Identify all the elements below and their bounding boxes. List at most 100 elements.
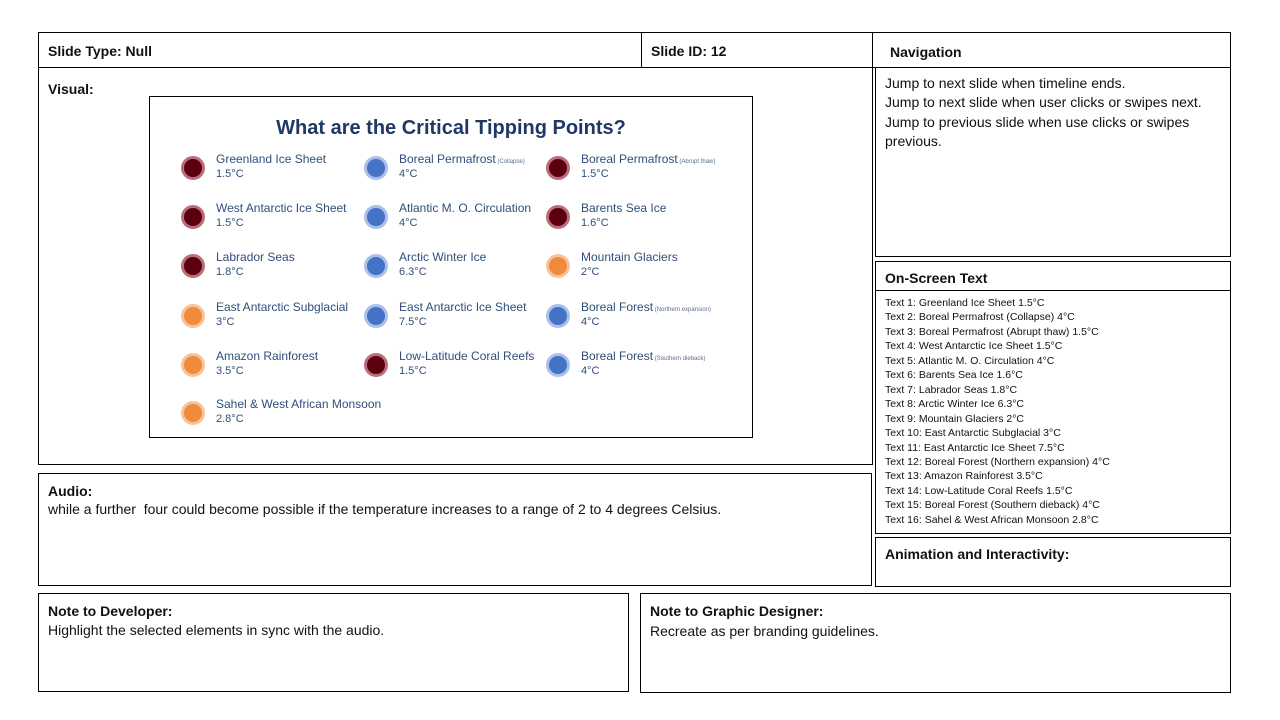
tipping-point-name-text: Greenland Ice Sheet [216,152,327,166]
tipping-point-name-text: Low-Latitude Coral Reefs [399,349,535,363]
tipping-point-temperature: 3.5°C [216,365,244,377]
tipping-point-dot-icon [181,401,205,425]
tipping-point-name: Sahel & West African Monsoon [216,397,381,411]
tipping-point-temperature: 1.5°C [216,168,244,180]
tipping-point-temperature: 1.6°C [581,217,609,229]
tipping-point-temperature: 6.3°C [399,266,427,278]
tipping-point-temperature: 2°C [581,266,600,278]
on-screen-text-line: Text 1: Greenland Ice Sheet 1.5°C [885,297,1045,309]
navigation-line: Jump to next slide when timeline ends. [885,75,1126,91]
tipping-point-name-text: East Antarctic Ice Sheet [399,300,527,314]
tipping-point-name: Labrador Seas [216,250,295,264]
tipping-point-name-text: Boreal Permafrost [581,152,678,166]
note-designer-text: Recreate as per branding guidelines. [650,623,879,639]
tipping-point-name: Atlantic M. O. Circulation [399,201,531,215]
tipping-point-temperature: 1.5°C [216,217,244,229]
tipping-point-temperature: 2.8°C [216,413,244,425]
tipping-point-name-text: Amazon Rainforest [216,349,319,363]
tipping-point-temperature: 7.5°C [399,316,427,328]
navigation-line: Jump to previous slide when use clicks o… [885,113,1190,149]
tipping-point-name-text: Labrador Seas [216,250,295,264]
tipping-point-name: West Antarctic Ice Sheet [216,201,347,215]
tipping-point-dot-icon [546,304,570,328]
tipping-point-qualifier: (Abrupt thaw) [677,159,716,165]
slide-id-label: Slide ID: 12 [651,43,727,59]
tipping-point-qualifier: (Collapse) [495,159,525,165]
on-screen-text-line: Text 4: West Antarctic Ice Sheet 1.5°C [885,340,1063,353]
on-screen-text-line: Text 11: East Antarctic Ice Sheet 7.5°C [885,441,1065,454]
animation-panel: Animation and Interactivity: [875,537,1231,587]
tipping-point-dot-icon [546,205,570,229]
tipping-point-name-text: Atlantic M. O. Circulation [399,201,532,215]
tipping-point-item: Barents Sea Ice 1.6°C [546,201,726,237]
tipping-point-name: Amazon Rainforest [216,349,318,363]
tipping-point-name: East Antarctic Ice Sheet [399,300,526,314]
tipping-point-name-text: Barents Sea Ice [581,201,667,215]
on-screen-text-list: Text 1: Greenland Ice Sheet 1.5°C Text 2:… [885,296,1110,527]
audio-text: while a further four could become possib… [48,501,722,517]
on-screen-text-line: Text 12: Boreal Forest (Northern expansi… [885,455,1110,468]
tipping-point-name-text: Boreal Permafrost [399,152,496,166]
tipping-point-dot-icon [181,156,205,180]
note-designer-panel: Note to Graphic Designer: Recreate as pe… [640,593,1231,693]
tipping-point-item: Sahel & West African Monsoon 2.8°C [181,397,381,433]
tipping-point-item: Low-Latitude Coral Reefs 1.5°C [364,349,544,385]
tipping-point-item: East Antarctic Ice Sheet 7.5°C [364,300,544,336]
tipping-point-name: East Antarctic Subglacial [216,300,348,314]
on-screen-text-divider [876,290,1230,291]
tipping-point-name-text: Arctic Winter Ice [399,250,487,264]
tipping-point-name: Boreal Permafrost (Collapse) [399,152,525,166]
tipping-point-name: Arctic Winter Ice [399,250,486,264]
on-screen-text-line: Text 10: East Antarctic Subglacial 3°C [885,427,1061,440]
navigation-panel: Jump to next slide when timeline ends. J… [875,67,1231,257]
tipping-point-item: Boreal Forest (Northern expansion) 4°C [546,300,726,336]
tipping-point-name: Barents Sea Ice [581,201,666,215]
tipping-point-temperature: 3°C [216,316,235,328]
on-screen-text-line: Text 8: Arctic Winter Ice 6.3°C [885,398,1024,411]
on-screen-text-line: Text 15: Boreal Forest (Southern dieback… [885,499,1100,512]
tipping-point-item: Amazon Rainforest 3.5°C [181,349,361,385]
tipping-point-dot-icon [181,304,205,328]
on-screen-text-line: Text 5: Atlantic M. O. Circulation 4°C [885,354,1055,367]
tipping-point-item: Greenland Ice Sheet 1.5°C [181,152,361,188]
tipping-point-dot-icon [181,205,205,229]
tipping-point-dot-icon [181,254,205,278]
tipping-point-temperature: 4°C [399,168,418,180]
tipping-point-dot-icon [364,304,388,328]
note-designer-label: Note to Graphic Designer: [650,603,824,619]
navigation-line: Jump to next slide when user clicks or s… [885,94,1202,111]
tipping-point-dot-icon [364,205,388,229]
tipping-point-name-text: Mountain Glaciers [581,250,678,264]
tipping-point-dot-icon [546,156,570,180]
tipping-point-temperature: 4°C [581,365,600,377]
audio-panel: Audio: while a further four could become… [38,473,872,586]
tipping-point-item: Arctic Winter Ice 6.3°C [364,250,544,286]
on-screen-text-line: Text 6: Barents Sea Ice 1.6°C [885,369,1023,382]
on-screen-text-line: Text 2: Boreal Permafrost (Collapse) 4°C [885,311,1075,324]
slide-type-label: Slide Type: Null [48,43,152,59]
tipping-point-dot-icon [364,254,388,278]
tipping-point-name: Greenland Ice Sheet [216,152,326,166]
on-screen-text-panel: On-Screen Text Text 1: Greenland Ice She… [875,261,1231,534]
tipping-point-qualifier: (Northern expansion) [653,307,712,313]
on-screen-text-line: Text 9: Mountain Glaciers 2°C [885,412,1025,425]
note-developer-panel: Note to Developer: Highlight the selecte… [38,593,629,692]
on-screen-text-line: Text 7: Labrador Seas 1.8°C [885,383,1018,396]
tipping-point-item: Labrador Seas 1.8°C [181,250,361,286]
tipping-point-item: East Antarctic Subglacial 3°C [181,300,361,336]
navigation-lines: Jump to next slide when timeline ends. J… [885,74,1225,151]
tipping-point-dot-icon [364,156,388,180]
tipping-point-temperature: 4°C [399,217,418,229]
tipping-point-temperature: 1.8°C [216,266,244,278]
tipping-point-name: Mountain Glaciers [581,250,678,264]
tipping-point-name: Low-Latitude Coral Reefs [399,349,534,363]
slide-preview: What are the Critical Tipping Points? Gr… [149,96,753,438]
tipping-point-item: West Antarctic Ice Sheet 1.5°C [181,201,361,237]
tipping-point-name-text: Sahel & West African Monsoon [216,397,382,411]
tipping-point-item: Boreal Permafrost (Abrupt thaw) 1.5°C [546,152,726,188]
on-screen-text-line: Text 3: Boreal Permafrost (Abrupt thaw) … [885,325,1099,338]
visual-label: Visual: [48,81,94,97]
tipping-point-qualifier: (Southern dieback) [653,356,706,362]
tipping-point-item: Boreal Permafrost (Collapse) 4°C [364,152,544,188]
tipping-point-name-text: Boreal Forest [581,349,654,363]
